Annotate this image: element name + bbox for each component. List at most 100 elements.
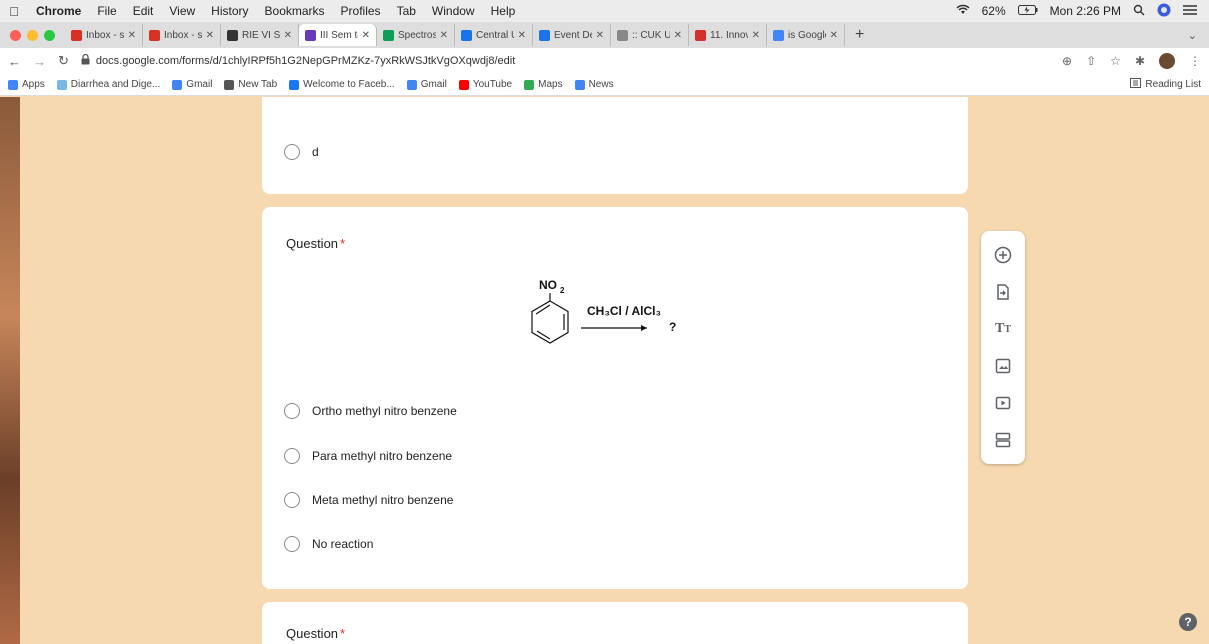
browser-tab[interactable]: RIE VI Sem ✕: [221, 24, 299, 46]
url-text[interactable]: docs.google.com/forms/d/1chlyIRPf5h1G2Ne…: [96, 55, 515, 67]
back-arrow-icon[interactable]: ←: [8, 54, 21, 69]
add-section-icon[interactable]: [993, 430, 1013, 450]
browser-tab[interactable]: III Sem te ✕: [299, 24, 377, 46]
reading-list-button[interactable]: Reading List: [1130, 78, 1201, 91]
browser-tab[interactable]: Event Det ✕: [533, 24, 611, 46]
menu-tab[interactable]: Tab: [389, 4, 424, 18]
bookmark-item[interactable]: Apps: [8, 79, 45, 90]
menu-bookmarks[interactable]: Bookmarks: [257, 4, 333, 18]
spotlight-icon[interactable]: [1133, 4, 1145, 19]
browser-tab[interactable]: :: CUK Un ✕: [611, 24, 689, 46]
browser-tab-strip: Inbox - su✕Inbox - su✕RIE VI Sem✕III Sem…: [0, 22, 1209, 48]
control-center-icon[interactable]: [1183, 4, 1197, 19]
radio-button[interactable]: [284, 536, 300, 552]
option-ortho[interactable]: Ortho methyl nitro benzene: [284, 403, 457, 419]
option-label: Meta methyl nitro benzene: [312, 493, 454, 507]
zoom-icon[interactable]: ⊕: [1062, 54, 1072, 68]
forward-arrow-icon[interactable]: →: [33, 54, 46, 69]
tab-close-icon[interactable]: ✕: [362, 30, 370, 41]
question-image[interactable]: NO 2 CH₃Cl / AlCl₃ ?: [517, 273, 717, 359]
radio-button[interactable]: [284, 448, 300, 464]
tab-close-icon[interactable]: ✕: [752, 30, 760, 41]
battery-icon[interactable]: [1017, 4, 1038, 18]
radio-button[interactable]: [284, 403, 300, 419]
menu-history[interactable]: History: [203, 4, 256, 18]
browser-tab[interactable]: is Google ✕: [767, 24, 845, 46]
bookmark-item[interactable]: YouTube: [458, 79, 512, 90]
nitro-group-label: NO: [539, 278, 557, 292]
browser-tab[interactable]: Inbox - su ✕: [65, 24, 143, 46]
menubar-clock[interactable]: Mon 2:26 PM: [1050, 4, 1121, 18]
extensions-puzzle-icon[interactable]: ✱: [1135, 54, 1145, 68]
option-label: No reaction: [312, 537, 374, 551]
minimize-window-button[interactable]: [27, 29, 38, 41]
option-para[interactable]: Para methyl nitro benzene: [284, 448, 452, 464]
browser-tab[interactable]: Spectrosc ✕: [377, 24, 455, 46]
tab-label: Event Det: [554, 29, 592, 41]
tab-close-icon[interactable]: ✕: [518, 30, 526, 41]
menu-window[interactable]: Window: [424, 4, 483, 18]
bookmark-label: Gmail: [186, 79, 213, 90]
bookmark-item[interactable]: Gmail: [406, 79, 447, 90]
lock-icon[interactable]: [81, 53, 90, 68]
next-question-card[interactable]: Question *: [262, 602, 968, 644]
tab-close-icon[interactable]: ✕: [596, 30, 604, 41]
tab-favicon-icon: [461, 29, 472, 41]
bookmark-item[interactable]: Welcome to Faceb...: [289, 79, 395, 90]
menu-app-name[interactable]: Chrome: [28, 4, 89, 18]
menu-profiles[interactable]: Profiles: [333, 4, 389, 18]
benzene-double-bond-3: [536, 330, 551, 340]
share-icon[interactable]: ⇧: [1086, 54, 1096, 68]
wifi-icon[interactable]: [956, 4, 970, 18]
siri-icon[interactable]: [1157, 3, 1171, 20]
option-no-reaction[interactable]: No reaction: [284, 536, 373, 552]
tab-favicon-icon: [773, 29, 784, 41]
bookmark-item[interactable]: Gmail: [172, 79, 212, 90]
menu-help[interactable]: Help: [483, 4, 524, 18]
tab-close-icon[interactable]: ✕: [440, 30, 448, 41]
maximize-window-button[interactable]: [44, 29, 55, 41]
add-image-icon[interactable]: [993, 356, 1013, 376]
profile-avatar[interactable]: [1159, 53, 1175, 69]
kebab-menu-icon[interactable]: ⋮: [1189, 54, 1201, 68]
tab-close-icon[interactable]: ✕: [284, 30, 292, 41]
tab-close-icon[interactable]: ✕: [830, 30, 838, 41]
close-window-button[interactable]: [10, 29, 21, 41]
bookmark-item[interactable]: Maps: [524, 79, 563, 90]
menu-view[interactable]: View: [161, 4, 203, 18]
option-d[interactable]: d: [284, 144, 319, 160]
browser-tab[interactable]: Inbox - su ✕: [143, 24, 221, 46]
question-card[interactable]: Question * NO 2 CH₃Cl / AlCl₃ ? Ortho met…: [262, 207, 968, 589]
apple-icon[interactable]: : [0, 4, 28, 19]
bookmark-item[interactable]: New Tab: [224, 79, 277, 90]
option-meta[interactable]: Meta methyl nitro benzene: [284, 492, 453, 508]
reload-icon[interactable]: ↻: [58, 53, 69, 69]
tab-close-icon[interactable]: ✕: [206, 30, 214, 41]
import-questions-icon[interactable]: [993, 282, 1013, 302]
address-actions: ⊕ ⇧ ☆ ✱ ⋮: [1062, 53, 1201, 69]
question-title[interactable]: Question *: [286, 626, 345, 641]
add-video-icon[interactable]: [993, 393, 1013, 413]
benzene-ring: [531, 300, 569, 344]
address-bar[interactable]: docs.google.com/forms/d/1chlyIRPf5h1G2Ne…: [81, 53, 1050, 68]
bookmark-label: Welcome to Faceb...: [303, 79, 395, 90]
add-title-icon[interactable]: TT: [993, 319, 1013, 339]
tab-label: III Sem te: [320, 29, 358, 41]
tab-close-icon[interactable]: ✕: [128, 30, 136, 41]
tab-search-chevron-icon[interactable]: ⌄: [1188, 29, 1209, 42]
question-title[interactable]: Question *: [286, 236, 345, 251]
add-question-icon[interactable]: [993, 245, 1013, 265]
bookmark-label: New Tab: [238, 79, 278, 90]
bookmark-star-icon[interactable]: ☆: [1110, 54, 1121, 68]
new-tab-button[interactable]: +: [845, 26, 874, 44]
menu-edit[interactable]: Edit: [125, 4, 162, 18]
tab-close-icon[interactable]: ✕: [674, 30, 682, 41]
bookmark-item[interactable]: News: [574, 79, 614, 90]
help-button[interactable]: ?: [1179, 613, 1197, 631]
browser-tab[interactable]: 11. Innova ✕: [689, 24, 767, 46]
menu-file[interactable]: File: [89, 4, 124, 18]
radio-button[interactable]: [284, 492, 300, 508]
browser-tab[interactable]: Central U ✕: [455, 24, 533, 46]
radio-button[interactable]: [284, 144, 300, 160]
bookmark-item[interactable]: Diarrhea and Dige...: [56, 79, 160, 90]
